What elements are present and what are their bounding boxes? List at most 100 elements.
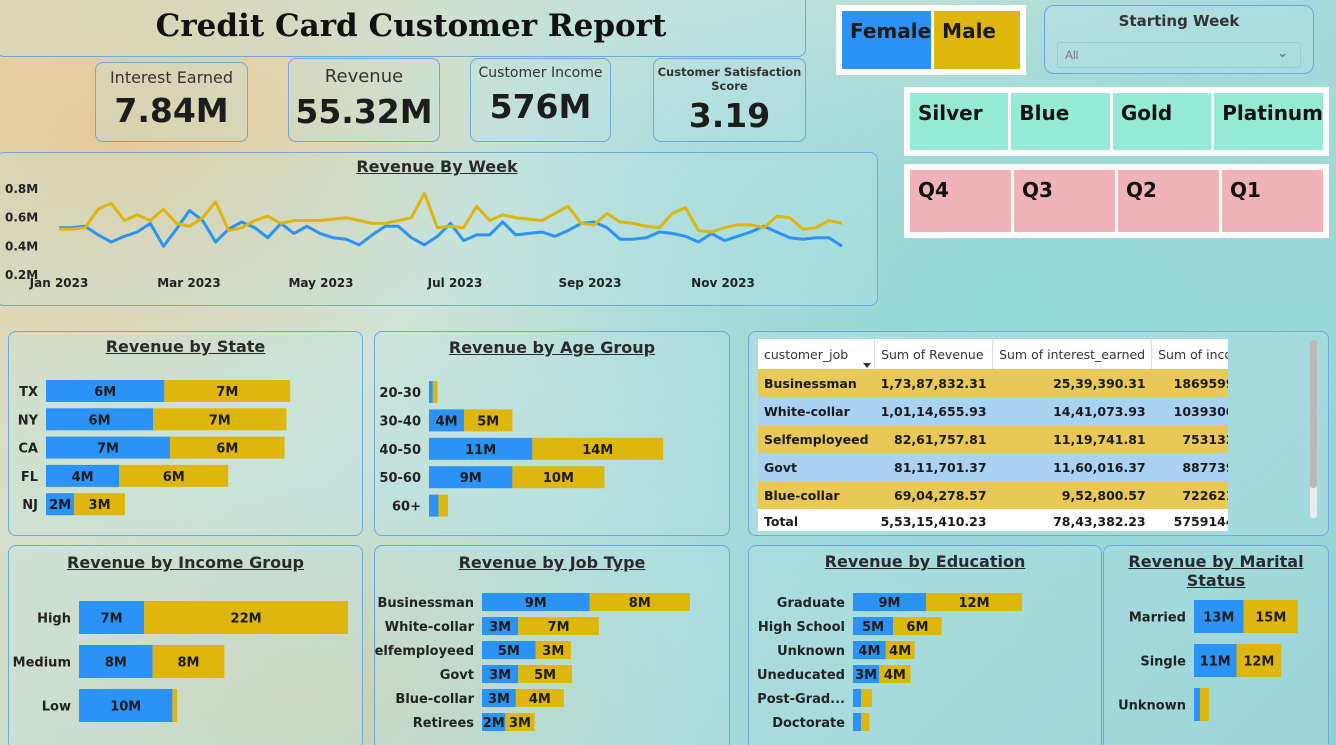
category-label: Medium: [13, 656, 71, 671]
bar-data-label: 4M: [72, 470, 94, 485]
bar-data-label: 7M: [209, 413, 231, 428]
revenue-by-income-group-panel: Revenue by Income Group High 7M 22M Medium 8…: [8, 545, 363, 745]
male-revenue-line[interactable]: [59, 191, 843, 234]
quarter-option-q1[interactable]: Q1: [1222, 170, 1323, 232]
quarter-option-q4[interactable]: Q4: [910, 170, 1011, 232]
bar-data-label: 2M: [483, 716, 505, 731]
female-bar[interactable]: [429, 494, 439, 517]
quarter-option-q3[interactable]: Q3: [1014, 170, 1115, 232]
kpi-revenue-label: Revenue: [324, 66, 404, 87]
bar-data-label: 4M: [858, 644, 880, 659]
male-bar[interactable]: [438, 494, 448, 517]
quarter-slicer: Q4 Q3 Q2 Q1: [904, 164, 1329, 238]
category-label: Single: [1140, 655, 1186, 670]
bar-data-label: 9M: [460, 471, 482, 486]
job-summary-table: customer_job Sum of Revenue Sum of inter…: [758, 339, 1228, 531]
col-header-revenue[interactable]: Sum of Revenue: [874, 339, 994, 369]
x-tick-label: Mar 2023: [157, 276, 221, 290]
card-option-gold[interactable]: Gold: [1112, 93, 1212, 150]
bar-data-label: 3M: [542, 644, 564, 659]
table-row[interactable]: Blue-collar69,04,278.579,52,800.57722621…: [758, 481, 1228, 509]
card-option-silver[interactable]: Silver: [910, 93, 1009, 150]
total-value: 575914439: [1151, 509, 1228, 531]
category-label: NY: [18, 413, 39, 428]
category-label: 20-30: [379, 386, 421, 401]
revenue-by-marital-status-chart: Married 13M 15M Single 11M 12M Unknown: [1118, 600, 1298, 721]
bar-data-label: 8M: [629, 596, 651, 611]
category-label: NJ: [22, 498, 38, 513]
value-cell: 82,61,757.81: [874, 425, 993, 453]
bar-data-label: 7M: [216, 385, 238, 400]
starting-week-value: All: [1065, 48, 1079, 62]
card-option-blue[interactable]: Blue: [1011, 93, 1110, 150]
table-row[interactable]: Govt81,11,701.3711,60,016.3788773989: [758, 453, 1228, 481]
female-bar[interactable]: [429, 381, 433, 403]
female-bar[interactable]: [853, 689, 862, 707]
category-label: Doctorate: [772, 716, 845, 731]
table-scrollbar-thumb[interactable]: [1310, 340, 1317, 488]
male-bar[interactable]: [1199, 688, 1209, 721]
col-header-job[interactable]: customer_job: [758, 339, 876, 369]
category-label: Businessman: [378, 596, 474, 611]
table-scrollbar[interactable]: [1310, 340, 1317, 518]
bar-data-label: 9M: [879, 596, 901, 611]
job-cell: Selfemployeed: [758, 425, 875, 453]
bar-data-label: 3M: [489, 668, 511, 683]
col-header-interest[interactable]: Sum of interest_earned: [992, 339, 1153, 369]
revenue-by-state-chart: TX 6M 7M NY 6M 7M CA 7M 6M FL 4M 6M NJ 2M 3M: [18, 380, 291, 516]
category-label: 50-60: [379, 471, 421, 486]
bar-data-label: 11M: [1200, 655, 1231, 670]
card-option-platinum[interactable]: Platinum: [1214, 93, 1324, 150]
bar-data-label: 4M: [436, 414, 458, 429]
report-title: Credit Card Customer Report: [155, 7, 667, 44]
bar-data-label: 6M: [906, 620, 928, 635]
revenue-by-week-panel: Revenue By Week 0.8M 0.6M 0.4M 0.2M Jan 2023…: [0, 152, 878, 306]
category-label: CA: [18, 442, 38, 457]
table-row[interactable]: Businessman 1,73,87,832.31 25,39,390.31 186…: [758, 369, 1228, 397]
bar-data-label: 5M: [477, 414, 499, 429]
total-row: Total5,53,15,410.2378,43,382.23575914439: [758, 509, 1228, 531]
category-label: Govt: [440, 668, 474, 683]
male-bar[interactable]: [172, 689, 178, 722]
value-cell: 81,11,701.37: [874, 453, 993, 481]
quarter-option-q2[interactable]: Q2: [1118, 170, 1219, 232]
category-label: Selfemployeed: [375, 644, 474, 659]
female-bar[interactable]: [1194, 688, 1200, 721]
male-bar[interactable]: [861, 689, 872, 707]
starting-week-slicer: Starting Week All ⌄: [1044, 5, 1314, 74]
bar-data-label: 10M: [110, 700, 141, 715]
job-cell: White-collar: [758, 397, 875, 425]
table-row[interactable]: White-collar 1,01,14,655.93 14,41,073.93 10…: [758, 397, 1228, 425]
x-tick-label: Nov 2023: [691, 276, 755, 290]
job-cell: Blue-collar: [758, 481, 875, 509]
col-header-revenue-label: Sum of Revenue: [881, 346, 984, 362]
category-label: Retirees: [413, 716, 475, 731]
report-title-panel: Credit Card Customer Report: [0, 0, 806, 57]
revenue-by-age-group-panel: Revenue by Age Group 20-30 30-40 4M 5M 40-50…: [374, 331, 730, 536]
bar-data-label: 10M: [543, 471, 574, 486]
revenue-by-week-chart: 0.8M0.6M0.4M0.2MJan 2023 Mar 2023 May 2023…: [5, 182, 843, 290]
gender-option-male[interactable]: Male: [934, 11, 1020, 69]
job-cell: Businessman: [758, 369, 875, 397]
bar-data-label: 7M: [548, 620, 570, 635]
starting-week-dropdown[interactable]: All ⌄: [1057, 42, 1301, 68]
x-tick-label: Jul 2023: [427, 276, 483, 290]
male-bar[interactable]: [861, 713, 870, 731]
bar-data-label: 6M: [94, 385, 116, 400]
revenue-by-education-chart: Graduate 9M 12M High School 5M 6M Unknown 4M 4M U…: [757, 593, 1022, 731]
revenue-by-education-panel: Revenue by Education Graduate 9M 12M High S…: [748, 545, 1102, 745]
bar-data-label: 8M: [105, 656, 127, 671]
bar-data-label: 6M: [163, 470, 185, 485]
female-bar[interactable]: [853, 713, 862, 731]
category-label: Uneducated: [757, 668, 845, 683]
bar-data-label: 11M: [465, 443, 496, 458]
col-header-income[interactable]: Sum of income: [1151, 339, 1228, 369]
y-tick-label: 0.6M: [5, 211, 38, 225]
chevron-down-icon[interactable]: ⌄: [1277, 45, 1288, 61]
table-row[interactable]: Selfemployeed 82,61,757.81 11,19,741.81 753…: [758, 425, 1228, 453]
male-bar[interactable]: [432, 381, 438, 403]
bar-data-label: 6M: [89, 413, 111, 428]
kpi-interest-label: Interest Earned: [109, 68, 234, 87]
gender-option-female[interactable]: Female: [842, 11, 932, 69]
category-label: 30-40: [379, 414, 421, 429]
